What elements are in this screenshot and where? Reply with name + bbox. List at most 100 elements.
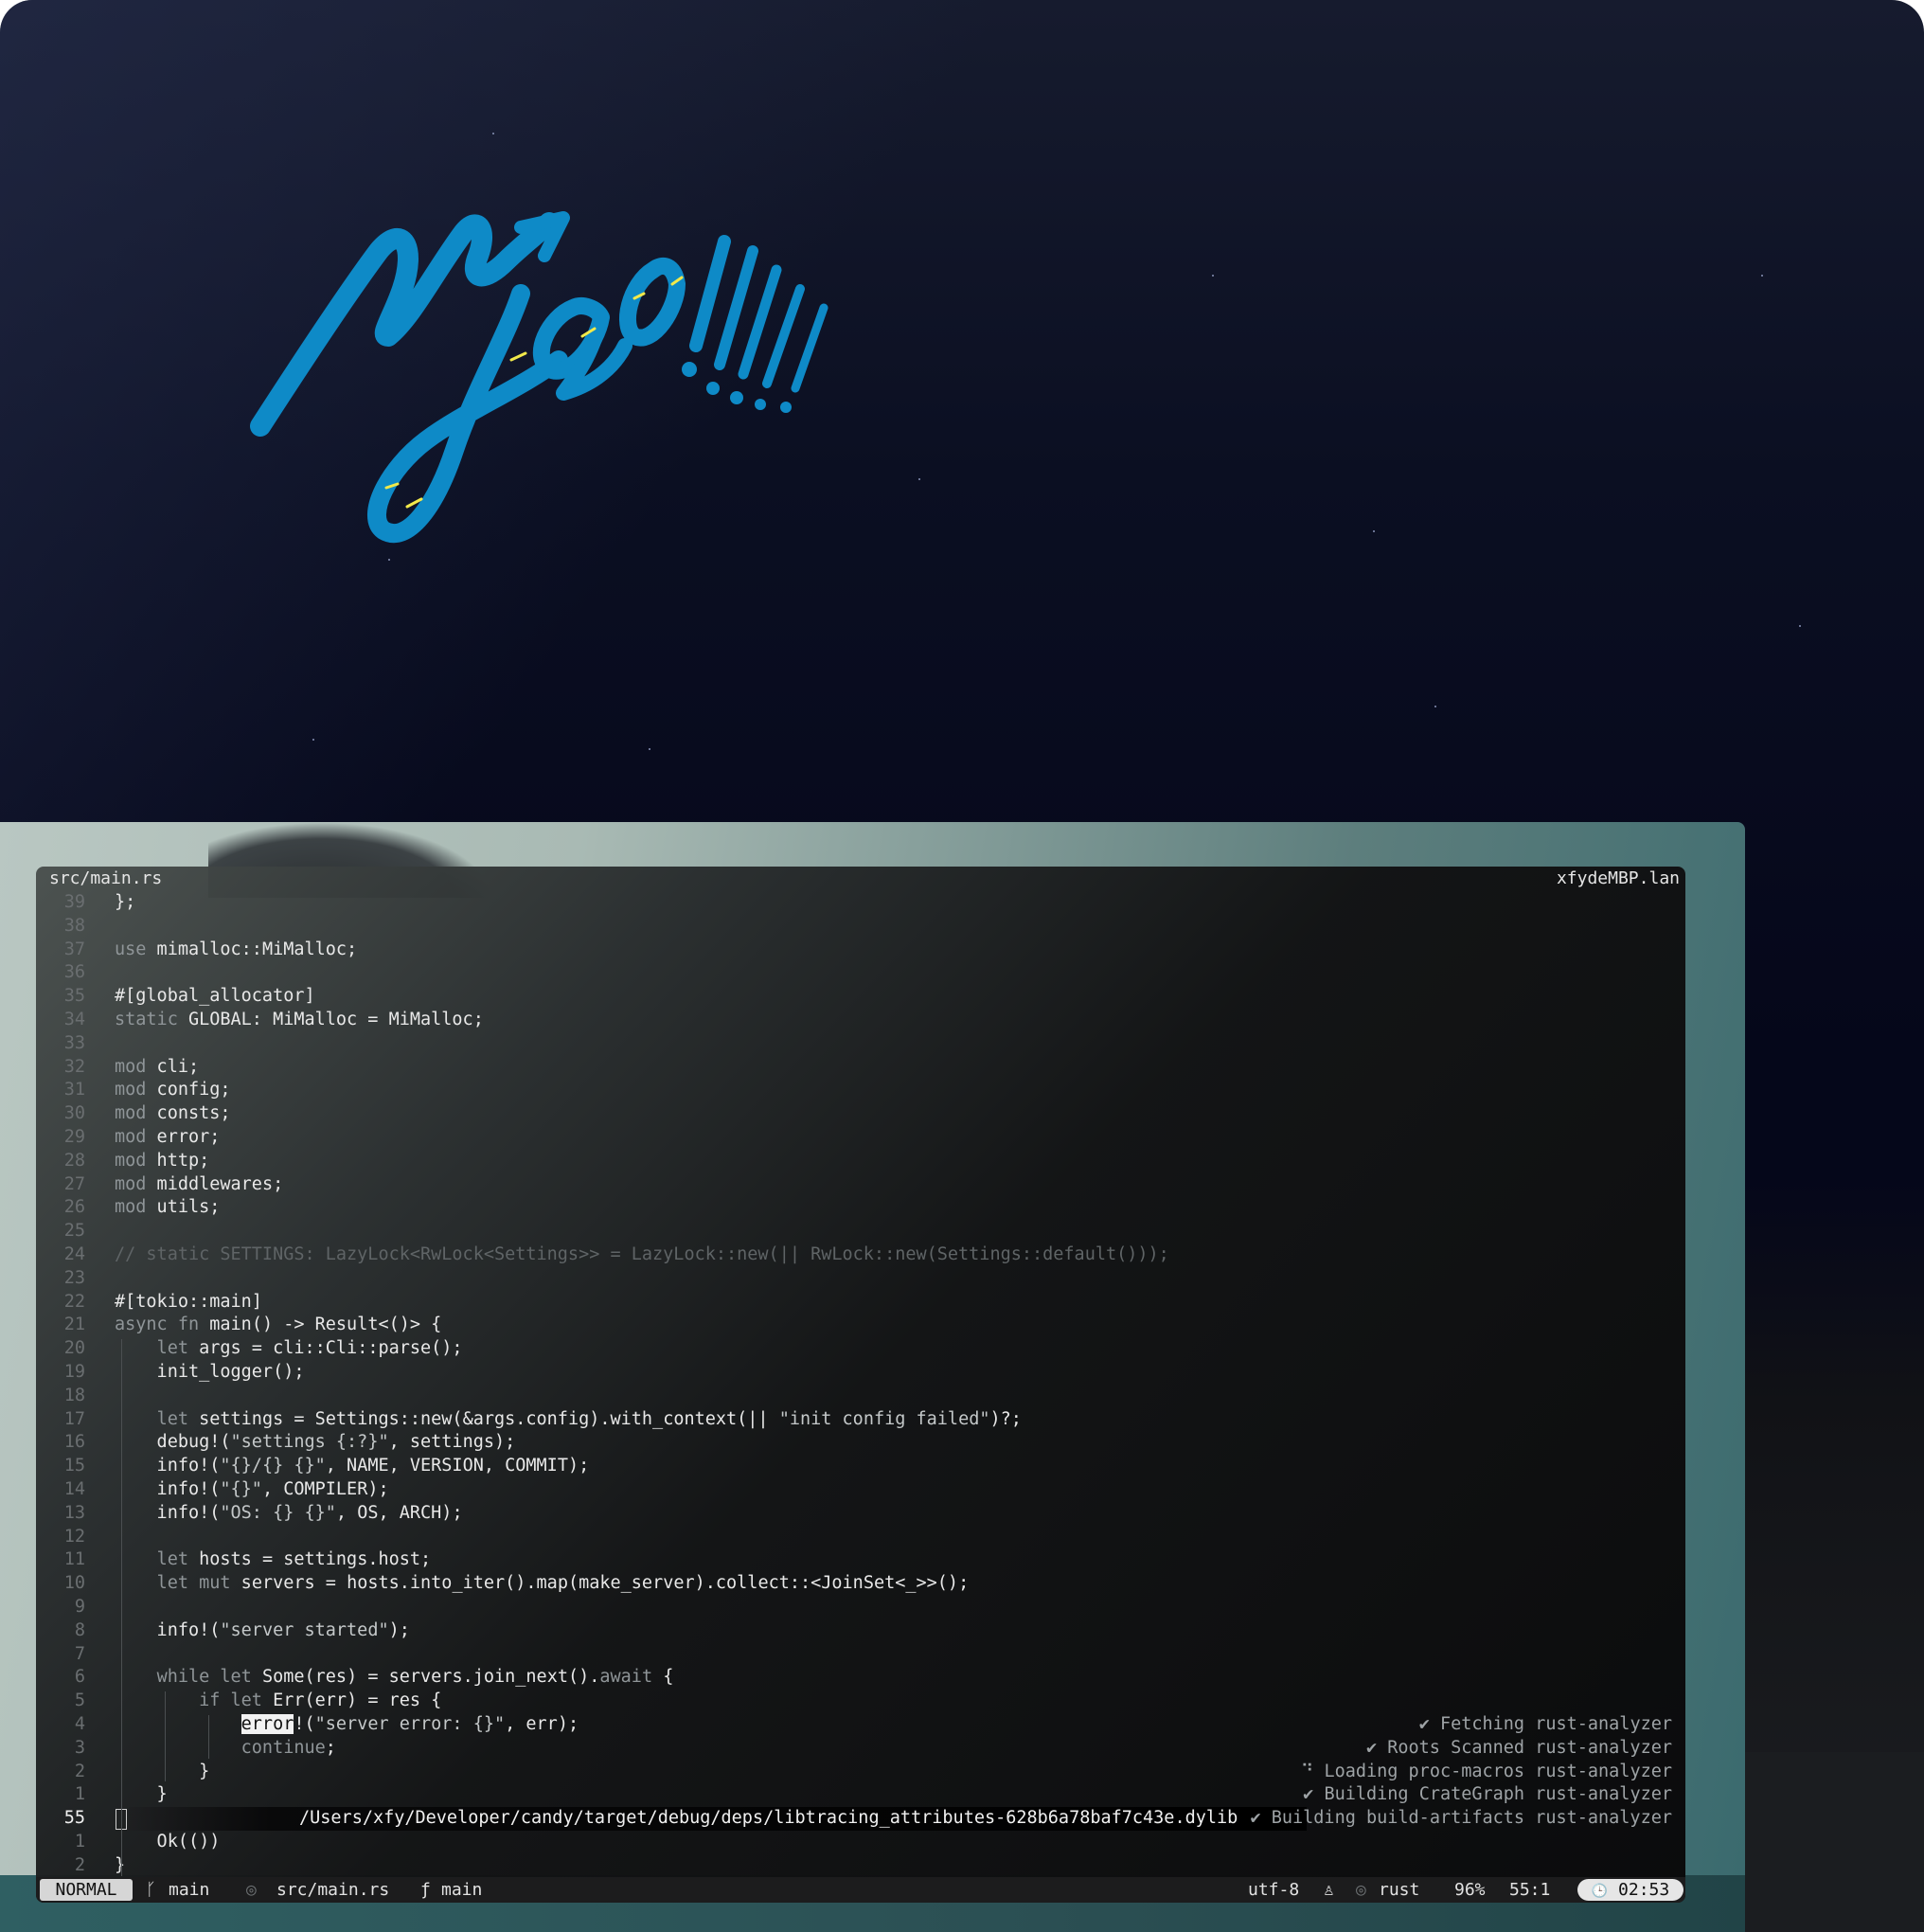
- code-line[interactable]: 31 mod config;: [36, 1079, 1685, 1102]
- star: [1761, 275, 1763, 277]
- code-text: mod config;: [115, 1080, 231, 1100]
- indent-guide: [165, 1691, 166, 1782]
- code-line[interactable]: 36: [36, 961, 1685, 985]
- line-number: 2: [74, 1854, 85, 1875]
- line-number: 13: [63, 1502, 85, 1523]
- terminal-window[interactable]: src/main.rs xfydeMBP.lan 39}; 38 37 use mim…: [36, 867, 1685, 1903]
- line-number: 39: [63, 892, 85, 912]
- code-line[interactable]: 7: [36, 1643, 1685, 1667]
- code-line[interactable]: 21 async fn main() -> Result<()> {: [36, 1314, 1685, 1337]
- line-number: 19: [63, 1362, 85, 1382]
- code-line[interactable]: 10 let mut servers = hosts.into_iter().m…: [36, 1572, 1685, 1596]
- code-line[interactable]: 33: [36, 1032, 1685, 1056]
- line-number: 23: [63, 1267, 85, 1288]
- code-line[interactable]: 2}: [36, 1854, 1685, 1878]
- statusline: NORMAL ᚴ main ◎ src/main.rs ƒ main utf-8…: [36, 1877, 1685, 1903]
- code-text: // static SETTINGS: LazyLock<RwLock<Sett…: [115, 1244, 1169, 1264]
- line-number: 16: [63, 1432, 85, 1453]
- os-icon: ♙: [1324, 1880, 1334, 1900]
- code-line[interactable]: 20 let args = cli::Cli::parse();: [36, 1337, 1685, 1361]
- line-number: 27: [63, 1173, 85, 1194]
- code-text: mod cli;: [115, 1056, 200, 1077]
- line-number: 20: [63, 1338, 85, 1359]
- code-line[interactable]: 37 use mimalloc::MiMalloc;: [36, 939, 1685, 962]
- clock-icon: 🕒: [1591, 1884, 1609, 1899]
- code-line[interactable]: 25: [36, 1220, 1685, 1243]
- line-number: 1: [74, 1784, 85, 1805]
- git-branch: main: [169, 1880, 210, 1900]
- lang-dot-icon: ◎: [1356, 1880, 1366, 1900]
- code-line[interactable]: 35 #[global_allocator]: [36, 985, 1685, 1009]
- indent-guide: [121, 1339, 122, 1876]
- code-text: };: [115, 892, 136, 912]
- status-position: 55:1: [1509, 1880, 1551, 1900]
- line-number: 3: [74, 1737, 85, 1758]
- code-text: init_logger();: [115, 1362, 305, 1382]
- line-number: 6: [74, 1667, 85, 1688]
- code-text: #[tokio::main]: [115, 1291, 262, 1312]
- lsp-progress-message: ✔ Building build-artifacts rust-analyzer: [1250, 1808, 1672, 1829]
- line-number: 33: [63, 1032, 85, 1053]
- code-text: async fn main() -> Result<()> {: [115, 1315, 442, 1335]
- code-text: use mimalloc::MiMalloc;: [115, 939, 358, 959]
- code-line[interactable]: 18: [36, 1385, 1685, 1408]
- code-line[interactable]: 12: [36, 1526, 1685, 1549]
- line-number: 15: [63, 1456, 85, 1476]
- code-line[interactable]: 8 info!("server started");: [36, 1619, 1685, 1643]
- code-line[interactable]: 15 info!("{}/{} {}", NAME, VERSION, COMM…: [36, 1455, 1685, 1478]
- code-line[interactable]: 1 Ok(()): [36, 1831, 1685, 1854]
- line-number: 37: [63, 939, 85, 959]
- status-function: main: [441, 1880, 483, 1900]
- line-number: 22: [63, 1291, 85, 1312]
- mygo-logo: [250, 211, 828, 544]
- code-line[interactable]: 29 mod error;: [36, 1126, 1685, 1150]
- code-line[interactable]: 16 debug!("settings {:?}", settings);: [36, 1431, 1685, 1455]
- status-language: rust: [1379, 1880, 1420, 1900]
- hover-path: /Users/xfy/Developer/candy/target/debug/…: [299, 1808, 1238, 1829]
- line-number: 7: [74, 1643, 85, 1664]
- code-line[interactable]: 23: [36, 1267, 1685, 1291]
- line-number: 1: [74, 1832, 85, 1852]
- git-branch-icon: ᚴ: [146, 1880, 156, 1900]
- lsp-progress-message: ⠙ Loading proc-macros rust-analyzer: [1300, 1761, 1672, 1781]
- window-title-file: src/main.rs: [49, 868, 163, 888]
- code-line[interactable]: 27 mod middlewares;: [36, 1173, 1685, 1197]
- code-line[interactable]: 19 init_logger();: [36, 1361, 1685, 1385]
- code-line[interactable]: 38: [36, 915, 1685, 939]
- code-line[interactable]: 5 if let Err(err) = res {: [36, 1690, 1685, 1713]
- code-line[interactable]: 24 // static SETTINGS: LazyLock<RwLock<Se…: [36, 1243, 1685, 1267]
- code-line[interactable]: 14 info!("{}", COMPILER);: [36, 1478, 1685, 1502]
- code-line[interactable]: 34 static GLOBAL: MiMalloc = MiMalloc;: [36, 1009, 1685, 1032]
- code-text: if let Err(err) = res {: [199, 1690, 442, 1711]
- code-text: info!("OS: {} {}", OS, ARCH);: [115, 1502, 463, 1523]
- status-percent: 96%: [1454, 1880, 1486, 1900]
- indent-guide: [208, 1715, 209, 1759]
- lsp-progress-message: ✔ Roots Scanned rust-analyzer: [1365, 1737, 1672, 1758]
- line-number: 21: [63, 1315, 85, 1335]
- function-icon: ƒ: [420, 1880, 431, 1900]
- star: [1799, 625, 1801, 627]
- code-text: mod middlewares;: [115, 1173, 284, 1194]
- line-number: 4: [74, 1714, 85, 1734]
- line-number: 11: [63, 1549, 85, 1570]
- line-number: 2: [74, 1761, 85, 1781]
- code-line[interactable]: 32 mod cli;: [36, 1056, 1685, 1080]
- code-line[interactable]: 28 mod http;: [36, 1150, 1685, 1173]
- code-line[interactable]: 6 while let Some(res) = servers.join_nex…: [36, 1666, 1685, 1690]
- code-line[interactable]: 26 mod utils;: [36, 1196, 1685, 1220]
- code-line[interactable]: 30 mod consts;: [36, 1102, 1685, 1126]
- code-line[interactable]: 11 let hosts = settings.host;: [36, 1548, 1685, 1572]
- code-line[interactable]: 9: [36, 1596, 1685, 1619]
- star: [312, 739, 314, 741]
- line-number: 17: [63, 1408, 85, 1429]
- line-number: 34: [63, 1010, 85, 1029]
- code-line[interactable]: 22 #[tokio::main]: [36, 1291, 1685, 1315]
- code-text: let hosts = settings.host;: [156, 1549, 432, 1570]
- code-line[interactable]: 13 info!("OS: {} {}", OS, ARCH);: [36, 1502, 1685, 1526]
- code-text: let settings = Settings::new(&args.confi…: [156, 1408, 1022, 1429]
- line-number: 30: [63, 1103, 85, 1124]
- star: [492, 133, 494, 134]
- file-dot-icon: ◎: [246, 1880, 257, 1900]
- code-line[interactable]: 17 let settings = Settings::new(&args.co…: [36, 1408, 1685, 1432]
- code-line[interactable]: 39};: [36, 891, 1685, 915]
